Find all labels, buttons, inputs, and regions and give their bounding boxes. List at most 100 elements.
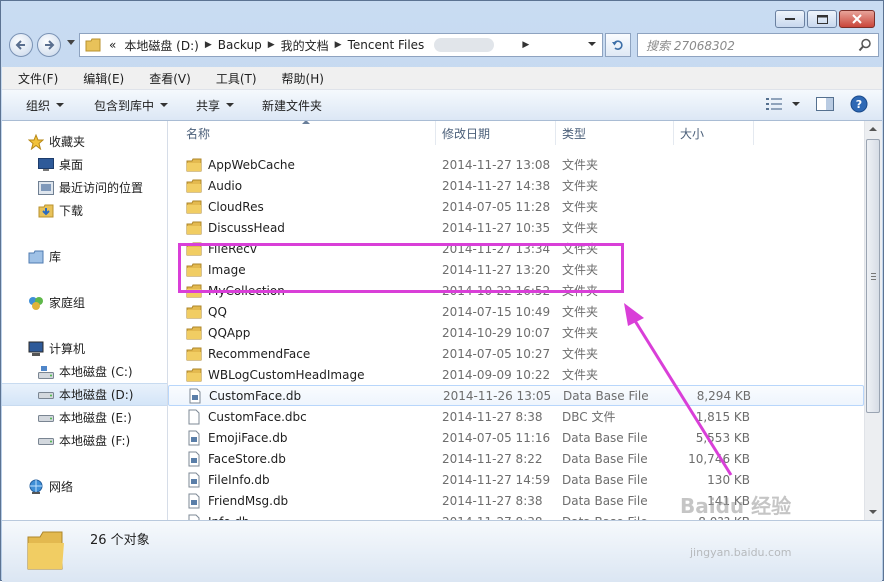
file-type: Data Base File bbox=[562, 430, 648, 445]
breadcrumb-separator-icon[interactable]: ▶ bbox=[520, 40, 531, 50]
minimize-button[interactable] bbox=[775, 10, 805, 28]
file-row[interactable]: MyCollection 2014-10-22 16:52 文件夹 bbox=[168, 280, 864, 301]
nav-drive-f[interactable]: 本地磁盘 (F:) bbox=[2, 429, 167, 452]
file-row[interactable]: QQApp 2014-10-29 10:07 文件夹 bbox=[168, 322, 864, 343]
file-row[interactable]: Audio 2014-11-27 14:38 文件夹 bbox=[168, 175, 864, 196]
breadcrumb-separator-icon[interactable]: ▶ bbox=[266, 40, 277, 50]
nav-computer-label: 计算机 bbox=[49, 342, 86, 356]
nav-recent-label: 最近访问的位置 bbox=[59, 181, 144, 195]
db-file-icon bbox=[186, 493, 202, 509]
scroll-down-icon[interactable] bbox=[869, 510, 877, 514]
search-icon[interactable] bbox=[858, 38, 872, 52]
file-row[interactable]: QQ 2014-07-15 10:49 文件夹 bbox=[168, 301, 864, 322]
file-name-cell: FaceStore.db bbox=[168, 451, 436, 467]
file-size: 10,746 KB bbox=[688, 451, 750, 466]
column-size[interactable]: 大小 bbox=[674, 121, 754, 145]
menu-help[interactable]: 帮助(H) bbox=[266, 70, 333, 87]
forward-button[interactable] bbox=[37, 33, 61, 57]
back-button[interactable] bbox=[9, 33, 33, 57]
file-name: WBLogCustomHeadImage bbox=[208, 367, 365, 382]
file-date: 2014-11-27 8:38 bbox=[442, 493, 543, 508]
breadcrumb-separator-icon[interactable]: ▶ bbox=[203, 40, 214, 50]
nav-libraries[interactable]: 库 bbox=[2, 245, 167, 268]
column-name[interactable]: 名称 bbox=[168, 121, 436, 145]
folder-icon bbox=[186, 157, 202, 173]
file-name: QQApp bbox=[208, 325, 251, 340]
file-date: 2014-11-27 10:35 bbox=[442, 220, 551, 235]
maximize-button[interactable] bbox=[807, 10, 837, 28]
change-view-button[interactable] bbox=[766, 98, 800, 110]
file-name: EmojiFace.db bbox=[208, 430, 288, 445]
file-row[interactable]: RecommendFace 2014-07-05 10:27 文件夹 bbox=[168, 343, 864, 364]
search-box[interactable] bbox=[637, 33, 879, 57]
file-row[interactable]: FaceStore.db 2014-11-27 8:22 Data Base Fil… bbox=[168, 448, 864, 469]
share-button[interactable]: 共享 bbox=[182, 97, 248, 114]
navigation-pane: 收藏夹 桌面 最近访问的位置 下载 库 家庭组 计算机 本地磁盘 (C:) 本地… bbox=[2, 121, 168, 520]
menu-view[interactable]: 查看(V) bbox=[133, 70, 200, 87]
file-type: 文件夹 bbox=[562, 221, 599, 235]
nav-desktop[interactable]: 桌面 bbox=[2, 153, 167, 176]
breadcrumb-tencent-files[interactable]: Tencent Files bbox=[344, 38, 429, 52]
include-library-button[interactable]: 包含到库中 bbox=[78, 97, 182, 114]
breadcrumb-my-documents[interactable]: 我的文档 bbox=[277, 37, 333, 54]
nav-drive-e[interactable]: 本地磁盘 (E:) bbox=[2, 406, 167, 429]
file-name-cell: QQApp bbox=[168, 325, 436, 341]
file-size: 5,553 KB bbox=[695, 430, 750, 445]
file-type: 文件夹 bbox=[562, 326, 599, 340]
search-input[interactable] bbox=[644, 35, 848, 57]
scroll-up-icon[interactable] bbox=[869, 127, 877, 131]
organize-button[interactable]: 组织 bbox=[2, 97, 78, 114]
refresh-button[interactable] bbox=[605, 33, 631, 57]
new-folder-button[interactable]: 新建文件夹 bbox=[248, 97, 336, 114]
recent-places-icon bbox=[38, 180, 54, 196]
breadcrumb-drive-d[interactable]: 本地磁盘 (D:) bbox=[120, 37, 202, 54]
file-date: 2014-11-27 13:34 bbox=[442, 241, 551, 256]
nav-favorites[interactable]: 收藏夹 bbox=[2, 130, 167, 153]
file-name: QQ bbox=[208, 304, 227, 319]
column-date-modified[interactable]: 修改日期 bbox=[436, 121, 556, 145]
address-bar[interactable]: « 本地磁盘 (D:) ▶ Backup ▶ 我的文档 ▶ Tencent Fi… bbox=[79, 33, 603, 57]
file-row[interactable]: Image 2014-11-27 13:20 文件夹 bbox=[168, 259, 864, 280]
file-row[interactable]: CloudRes 2014-07-05 11:28 文件夹 bbox=[168, 196, 864, 217]
breadcrumb-backup[interactable]: Backup bbox=[214, 38, 266, 52]
help-icon[interactable]: ? bbox=[850, 95, 868, 113]
nav-computer[interactable]: 计算机 bbox=[2, 337, 167, 360]
favorites-group: 收藏夹 桌面 最近访问的位置 下载 bbox=[2, 130, 167, 222]
nav-homegroup[interactable]: 家庭组 bbox=[2, 291, 167, 314]
recent-pages-chevron-icon[interactable] bbox=[67, 40, 75, 46]
nav-drive-d[interactable]: 本地磁盘 (D:) bbox=[2, 383, 167, 406]
nav-drive-c[interactable]: 本地磁盘 (C:) bbox=[2, 360, 167, 383]
scrollbar-thumb[interactable] bbox=[866, 139, 880, 413]
file-row[interactable]: DiscussHead 2014-11-27 10:35 文件夹 bbox=[168, 217, 864, 238]
file-name-cell: FileRecv bbox=[168, 241, 436, 257]
preview-pane-icon[interactable] bbox=[816, 97, 834, 111]
file-date: 2014-10-22 16:52 bbox=[442, 283, 551, 298]
file-row[interactable]: WBLogCustomHeadImage 2014-09-09 10:22 文件夹 bbox=[168, 364, 864, 385]
file-name: FileRecv bbox=[208, 241, 257, 256]
menu-tools[interactable]: 工具(T) bbox=[200, 70, 266, 87]
nav-homegroup-label: 家庭组 bbox=[49, 296, 86, 310]
chevron-down-icon bbox=[792, 102, 800, 106]
breadcrumb-separator-icon[interactable]: ▶ bbox=[333, 40, 344, 50]
file-row[interactable]: AppWebCache 2014-11-27 13:08 文件夹 bbox=[168, 154, 864, 175]
column-type-label: 类型 bbox=[562, 126, 587, 141]
breadcrumb-overflow[interactable]: « bbox=[105, 38, 120, 52]
column-type[interactable]: 类型 bbox=[556, 121, 674, 145]
nav-recent-places[interactable]: 最近访问的位置 bbox=[2, 176, 167, 199]
file-row[interactable]: CustomFace.db 2014-11-26 13:05 Data Base F… bbox=[168, 385, 864, 406]
file-row[interactable]: FileRecv 2014-11-27 13:34 文件夹 bbox=[168, 238, 864, 259]
menu-edit[interactable]: 编辑(E) bbox=[67, 70, 133, 87]
file-row[interactable]: EmojiFace.db 2014-07-05 11:16 Data Base Fi… bbox=[168, 427, 864, 448]
file-row[interactable]: FileInfo.db 2014-11-27 14:59 Data Base Fil… bbox=[168, 469, 864, 490]
file-list: 名称 修改日期 类型 大小 AppWebCache 2014-11-27 13:0… bbox=[168, 121, 864, 520]
vertical-scrollbar[interactable] bbox=[864, 121, 882, 520]
nav-downloads[interactable]: 下载 bbox=[2, 199, 167, 222]
address-dropdown-icon[interactable] bbox=[588, 42, 596, 47]
nav-network[interactable]: 网络 bbox=[2, 475, 167, 498]
file-type: 文件夹 bbox=[562, 179, 599, 193]
menu-file[interactable]: 文件(F) bbox=[2, 70, 67, 87]
close-button[interactable] bbox=[839, 10, 875, 28]
file-row[interactable]: CustomFace.dbc 2014-11-27 8:38 DBC 文件 1,815… bbox=[168, 406, 864, 427]
folder-icon bbox=[186, 346, 202, 362]
file-name: Image bbox=[208, 262, 246, 277]
